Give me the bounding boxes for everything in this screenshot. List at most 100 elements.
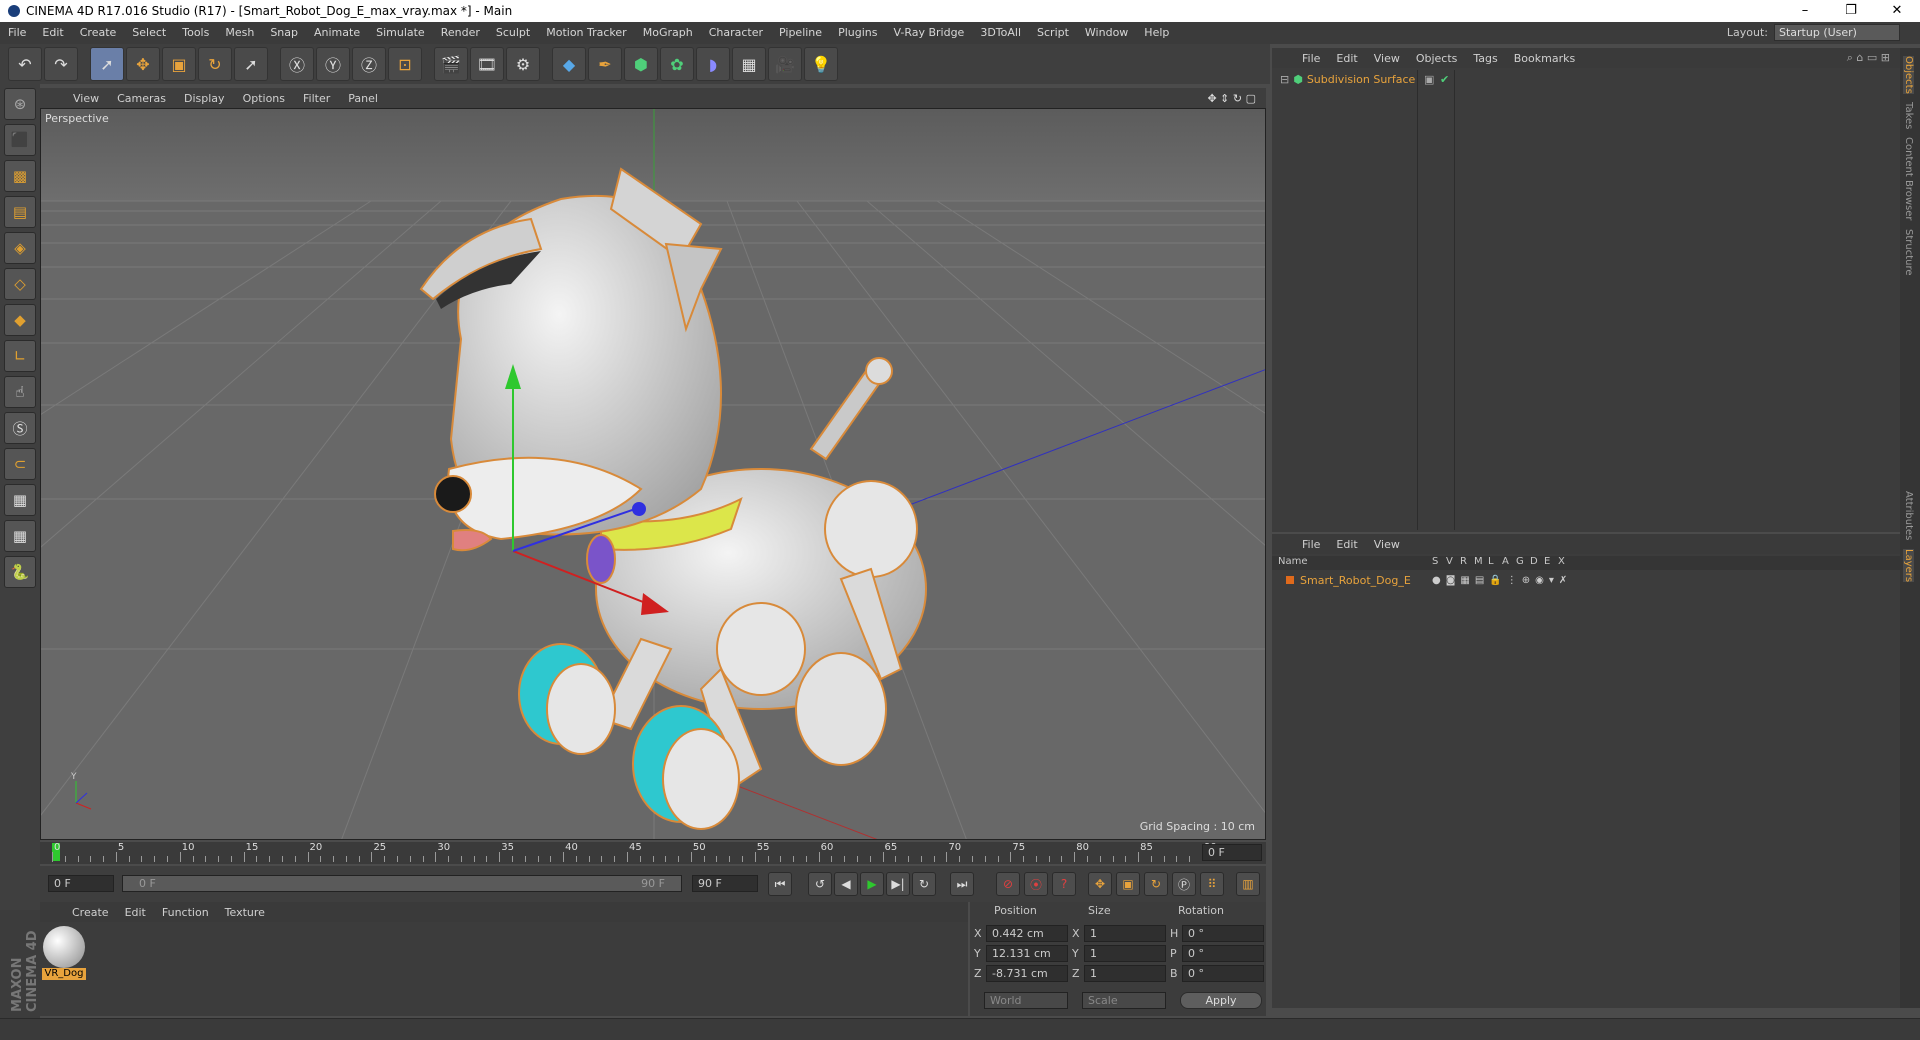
coordinate-mode-select[interactable]: World bbox=[984, 992, 1068, 1009]
maximize-button[interactable]: ❐ bbox=[1828, 0, 1874, 22]
floor-icon[interactable]: ▦ bbox=[732, 47, 766, 81]
menu-plugins[interactable]: Plugins bbox=[830, 22, 885, 44]
objects-menu-tags[interactable]: Tags bbox=[1465, 52, 1505, 65]
tab-structure[interactable]: Structure bbox=[1903, 229, 1914, 276]
enabled-check-icon[interactable]: ✔ bbox=[1440, 73, 1449, 86]
rotation-h-field[interactable]: 0 ° bbox=[1182, 925, 1264, 942]
layout-select[interactable]: Startup (User) bbox=[1774, 24, 1900, 41]
y-axis-lock-icon[interactable]: Ⓨ bbox=[316, 47, 350, 81]
position-key-icon[interactable]: ✥ bbox=[1088, 872, 1112, 896]
viewport-menu-options[interactable]: Options bbox=[234, 92, 294, 105]
menu-script[interactable]: Script bbox=[1029, 22, 1077, 44]
render-view-icon[interactable]: 🎬 bbox=[434, 47, 468, 81]
points-mode-icon[interactable]: ◈ bbox=[4, 232, 36, 264]
menu-motion-tracker[interactable]: Motion Tracker bbox=[538, 22, 634, 44]
coordinate-system-icon[interactable]: ⊡ bbox=[388, 47, 422, 81]
viewport-menu-display[interactable]: Display bbox=[175, 92, 234, 105]
previous-frame-icon[interactable]: ◀ bbox=[834, 872, 858, 896]
objects-menu-file[interactable]: File bbox=[1294, 52, 1328, 65]
menu-simulate[interactable]: Simulate bbox=[368, 22, 433, 44]
scale-key-icon[interactable]: ▣ bbox=[1116, 872, 1140, 896]
pen-spline-icon[interactable]: ✒ bbox=[588, 47, 622, 81]
magnet-icon[interactable]: ⊂ bbox=[4, 448, 36, 480]
axis-mode-icon[interactable]: ∟ bbox=[4, 340, 36, 372]
viewport-menu-cameras[interactable]: Cameras bbox=[108, 92, 175, 105]
model-mode-icon[interactable]: ⬛ bbox=[4, 124, 36, 156]
viewport-menu-filter[interactable]: Filter bbox=[294, 92, 339, 105]
layers-menu-edit[interactable]: Edit bbox=[1328, 538, 1365, 551]
material-menu-function[interactable]: Function bbox=[154, 906, 217, 919]
next-frame-icon[interactable]: ▶| bbox=[886, 872, 910, 896]
timeline-ruler[interactable]: 051015202530354045505560657075808590 0 F bbox=[40, 842, 1266, 864]
undo-icon[interactable]: ↶ bbox=[8, 47, 42, 81]
autokey-icon[interactable]: ⦿ bbox=[1024, 872, 1048, 896]
keyframe-selection-icon[interactable]: ? bbox=[1052, 872, 1076, 896]
deformer-icon[interactable]: ◗ bbox=[696, 47, 730, 81]
menu-mograph[interactable]: MoGraph bbox=[635, 22, 701, 44]
expand-icon[interactable]: ⊟ bbox=[1280, 73, 1289, 86]
menu-sculpt[interactable]: Sculpt bbox=[488, 22, 538, 44]
objects-menu-bookmarks[interactable]: Bookmarks bbox=[1506, 52, 1583, 65]
size-y-field[interactable]: 1 bbox=[1084, 945, 1166, 962]
current-frame-field[interactable]: 0 F bbox=[1202, 844, 1262, 861]
move-icon[interactable]: ✥ bbox=[126, 47, 160, 81]
objects-panel-icons[interactable]: ⌕ ⌂ ▭ ⊞ bbox=[1847, 51, 1890, 65]
position-y-field[interactable]: 12.131 cm bbox=[986, 945, 1068, 962]
start-frame-field[interactable]: 0 F bbox=[48, 875, 114, 892]
cube-icon[interactable]: ◆ bbox=[552, 47, 586, 81]
viewport-nav-icons[interactable]: ✥ ⇕ ↻ ▢ bbox=[1207, 92, 1256, 105]
point-level-key-icon[interactable]: ⠿ bbox=[1200, 872, 1224, 896]
frame-range-slider[interactable]: 0 F 90 F bbox=[122, 875, 682, 892]
material-menu-texture[interactable]: Texture bbox=[217, 906, 273, 919]
objects-menu-view[interactable]: View bbox=[1366, 52, 1408, 65]
texture-mode-icon[interactable]: ▩ bbox=[4, 160, 36, 192]
objects-menu-edit[interactable]: Edit bbox=[1328, 52, 1365, 65]
size-z-field[interactable]: 1 bbox=[1084, 965, 1166, 982]
x-axis-lock-icon[interactable]: Ⓧ bbox=[280, 47, 314, 81]
menu-character[interactable]: Character bbox=[701, 22, 771, 44]
mograph-cloner-icon[interactable]: ✿ bbox=[660, 47, 694, 81]
go-to-start-icon[interactable]: ⏮ bbox=[768, 872, 792, 896]
previous-key-icon[interactable]: ↺ bbox=[808, 872, 832, 896]
rotation-key-icon[interactable]: ↻ bbox=[1144, 872, 1168, 896]
snap-icon[interactable]: Ⓢ bbox=[4, 412, 36, 444]
render-settings-icon[interactable]: ⚙ bbox=[506, 47, 540, 81]
rotation-b-field[interactable]: 0 ° bbox=[1182, 965, 1264, 982]
layers-menu-file[interactable]: File bbox=[1294, 538, 1328, 551]
menu-mesh[interactable]: Mesh bbox=[217, 22, 262, 44]
menu-render[interactable]: Render bbox=[433, 22, 488, 44]
menu-3dtoall[interactable]: 3DToAll bbox=[972, 22, 1029, 44]
apply-button[interactable]: Apply bbox=[1180, 992, 1262, 1009]
size-x-field[interactable]: 1 bbox=[1084, 925, 1166, 942]
menu-file[interactable]: File bbox=[0, 22, 34, 44]
subdivision-surface-icon[interactable]: ⬢ bbox=[624, 47, 658, 81]
go-to-end-icon[interactable]: ⏭ bbox=[950, 872, 974, 896]
perspective-viewport[interactable]: Y Perspective Grid Spacing : 10 cm bbox=[40, 108, 1266, 840]
rotate-icon[interactable]: ↻ bbox=[198, 47, 232, 81]
menu-select[interactable]: Select bbox=[124, 22, 174, 44]
workplane-lock-icon[interactable]: ▦ bbox=[4, 484, 36, 516]
python-icon[interactable]: 🐍 bbox=[4, 556, 36, 588]
tab-objects[interactable]: Objects bbox=[1903, 56, 1914, 94]
objects-menu-objects[interactable]: Objects bbox=[1408, 52, 1466, 65]
tab-content-browser[interactable]: Content Browser bbox=[1903, 137, 1914, 220]
position-z-field[interactable]: -8.731 cm bbox=[986, 965, 1068, 982]
material-swatch[interactable]: VR_Dog bbox=[42, 926, 86, 984]
tweak-mode-icon[interactable]: ☝ bbox=[4, 376, 36, 408]
menu-create[interactable]: Create bbox=[72, 22, 125, 44]
menu-vray-bridge[interactable]: V-Ray Bridge bbox=[885, 22, 972, 44]
menu-window[interactable]: Window bbox=[1077, 22, 1136, 44]
end-frame-field[interactable]: 90 F bbox=[692, 875, 758, 892]
workplane-mode-icon[interactable]: ▤ bbox=[4, 196, 36, 228]
rotation-p-field[interactable]: 0 ° bbox=[1182, 945, 1264, 962]
record-icon[interactable]: ⊘ bbox=[996, 872, 1020, 896]
tab-layers[interactable]: Layers bbox=[1903, 548, 1914, 582]
viewport-menu-panel[interactable]: Panel bbox=[339, 92, 387, 105]
tab-attributes[interactable]: Attributes bbox=[1903, 491, 1914, 540]
menu-tools[interactable]: Tools bbox=[174, 22, 217, 44]
visibility-toggle-icon[interactable]: ▣ bbox=[1424, 73, 1434, 86]
layer-toggle-icons[interactable]: ●◙▦▤🔒⋮⊕◉▾✗ bbox=[1432, 575, 1572, 586]
edges-mode-icon[interactable]: ◇ bbox=[4, 268, 36, 300]
object-row[interactable]: ⊟ ⬢ Subdivision Surface ▣ ✔ bbox=[1272, 70, 1900, 530]
light-icon[interactable]: 💡 bbox=[804, 47, 838, 81]
